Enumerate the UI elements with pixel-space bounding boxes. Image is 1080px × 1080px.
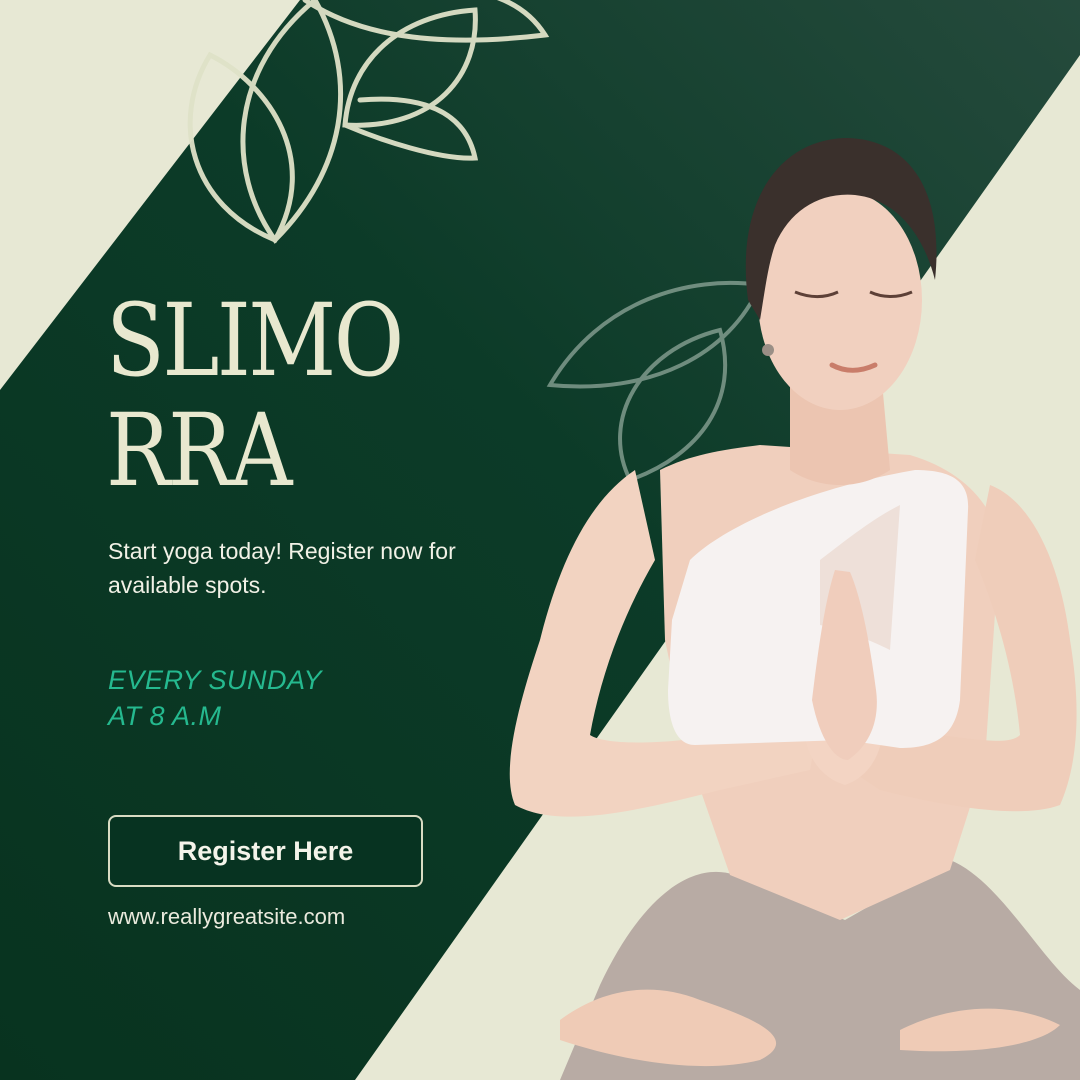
schedule-time: AT 8 A.M [108, 701, 222, 731]
schedule-day: EVERY SUNDAY [108, 665, 323, 695]
intro-text: Start yoga today! Register now for avail… [108, 538, 456, 598]
yoga-photo [509, 138, 1080, 1080]
website-link[interactable]: www.reallygreatsite.com [108, 904, 345, 930]
register-button[interactable]: Register Here [108, 815, 423, 887]
schedule-text: EVERY SUNDAY AT 8 A.M [108, 662, 322, 734]
yoga-poster: SLIMO RRA Start yoga today! Register now… [0, 0, 1080, 1080]
brand-title: SLIMO RRA [106, 282, 404, 509]
